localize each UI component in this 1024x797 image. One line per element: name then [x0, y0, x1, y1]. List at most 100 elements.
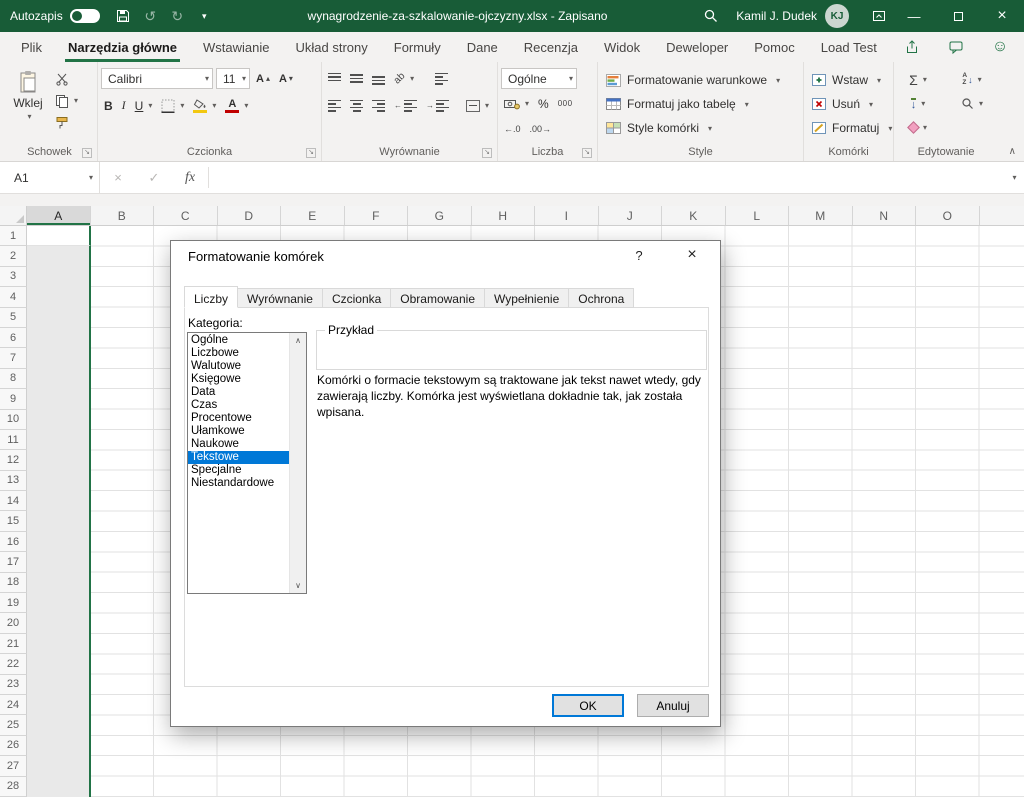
dialog-launcher-icon[interactable]: ↘: [482, 148, 492, 158]
undo-button[interactable]: ↺: [137, 0, 164, 32]
minimize-button[interactable]: —: [892, 0, 936, 32]
column-header[interactable]: C: [154, 206, 218, 225]
row-header[interactable]: 24: [0, 695, 27, 715]
category-item[interactable]: Walutowe: [188, 360, 289, 373]
customize-qat-button[interactable]: ▾: [191, 0, 218, 32]
select-all-button[interactable]: [0, 206, 27, 226]
category-item[interactable]: Czas: [188, 399, 289, 412]
row-header[interactable]: 19: [0, 593, 27, 613]
increase-indent-button[interactable]: →: [423, 95, 452, 116]
merge-center-button[interactable]: ▾: [463, 95, 492, 116]
increase-decimal-button[interactable]: ←.0: [501, 118, 524, 139]
orientation-button[interactable]: ab▾: [391, 68, 417, 89]
row-header[interactable]: 21: [0, 634, 27, 654]
conditional-formatting-button[interactable]: Formatowanie warunkowe▾: [601, 68, 785, 92]
search-button[interactable]: [697, 0, 724, 32]
row-header[interactable]: 7: [0, 348, 27, 368]
align-bottom-button[interactable]: [369, 68, 388, 89]
grow-font-button[interactable]: A▴: [253, 68, 273, 89]
align-top-button[interactable]: [325, 68, 344, 89]
row-header[interactable]: 22: [0, 654, 27, 674]
category-item[interactable]: Liczbowe: [188, 347, 289, 360]
row-header[interactable]: 10: [0, 410, 27, 430]
enter-button[interactable]: ✓: [136, 162, 172, 193]
decrease-indent-button[interactable]: ←: [391, 95, 420, 116]
formula-input[interactable]: [209, 162, 1002, 193]
underline-button[interactable]: U▾: [132, 95, 156, 116]
feedback-smiley-button[interactable]: ☺: [990, 37, 1010, 57]
column-header[interactable]: O: [916, 206, 980, 225]
fill-button[interactable]: ↓▾: [897, 93, 939, 114]
row-header[interactable]: 25: [0, 715, 27, 735]
column-header[interactable]: G: [408, 206, 472, 225]
ribbon-tab[interactable]: Formuły: [381, 32, 454, 62]
row-header[interactable]: 3: [0, 267, 27, 287]
insert-function-button[interactable]: fx: [172, 162, 208, 193]
autosum-button[interactable]: Σ▾: [897, 69, 939, 90]
accounting-format-button[interactable]: ▾: [501, 93, 532, 114]
row-header[interactable]: 1: [0, 226, 27, 246]
ribbon-tab[interactable]: Dane: [454, 32, 511, 62]
column-header[interactable]: N: [853, 206, 917, 225]
row-header[interactable]: 23: [0, 675, 27, 695]
font-size-select[interactable]: 11▾: [216, 68, 250, 89]
ribbon-tab[interactable]: Deweloper: [653, 32, 741, 62]
percent-style-button[interactable]: %: [535, 93, 552, 114]
row-header[interactable]: 9: [0, 389, 27, 409]
row-header[interactable]: 14: [0, 491, 27, 511]
copy-button[interactable]: ▾: [55, 92, 78, 109]
dialog-tab[interactable]: Liczby: [184, 286, 238, 308]
category-item[interactable]: Naukowe: [188, 438, 289, 451]
format-cells-button[interactable]: Formatuj▾: [807, 116, 897, 140]
bold-button[interactable]: B: [101, 95, 116, 116]
clear-button[interactable]: ▾: [897, 117, 939, 138]
category-item[interactable]: Tekstowe: [188, 451, 289, 464]
row-header[interactable]: 2: [0, 246, 27, 266]
account-name[interactable]: Kamil J. Dudek: [736, 9, 817, 23]
category-item[interactable]: Data: [188, 386, 289, 399]
cancel-button[interactable]: Anuluj: [637, 694, 709, 717]
font-name-select[interactable]: Calibri▾: [101, 68, 213, 89]
dialog-close-button[interactable]: ×: [672, 241, 712, 271]
row-header[interactable]: 4: [0, 287, 27, 307]
row-header[interactable]: 17: [0, 552, 27, 572]
category-item[interactable]: Specjalne: [188, 464, 289, 477]
align-middle-button[interactable]: [347, 68, 366, 89]
dialog-launcher-icon[interactable]: ↘: [582, 148, 592, 158]
wrap-text-button[interactable]: [432, 68, 451, 89]
column-header[interactable]: D: [218, 206, 282, 225]
format-painter-button[interactable]: [55, 114, 78, 131]
ribbon-tab[interactable]: Plik: [8, 32, 55, 62]
comments-button[interactable]: [946, 37, 966, 57]
autosave-toggle[interactable]: [70, 9, 100, 23]
dialog-titlebar[interactable]: Formatowanie komórek ? ×: [171, 241, 720, 271]
find-select-button[interactable]: ▾: [949, 93, 995, 114]
row-header[interactable]: 27: [0, 756, 27, 776]
borders-button[interactable]: ▾: [158, 95, 187, 116]
dialog-help-button[interactable]: ?: [624, 241, 654, 271]
dialog-tab[interactable]: Wypełnienie: [485, 288, 569, 308]
row-header[interactable]: 8: [0, 369, 27, 389]
column-header[interactable]: A: [27, 206, 91, 225]
ribbon-tab[interactable]: Load Test: [808, 32, 890, 62]
decrease-decimal-button[interactable]: .00→: [527, 118, 555, 139]
ribbon-tab[interactable]: Recenzja: [511, 32, 591, 62]
row-header[interactable]: 5: [0, 308, 27, 328]
category-item[interactable]: Ułamkowe: [188, 425, 289, 438]
column-header[interactable]: B: [91, 206, 155, 225]
avatar[interactable]: KJ: [825, 4, 849, 28]
row-header[interactable]: 6: [0, 328, 27, 348]
dialog-launcher-icon[interactable]: ↘: [82, 148, 92, 158]
save-button[interactable]: [110, 0, 137, 32]
cell-styles-button[interactable]: Style komórki▾: [601, 116, 717, 140]
ribbon-tab[interactable]: Pomoc: [741, 32, 807, 62]
cut-button[interactable]: [55, 70, 78, 87]
row-header[interactable]: 11: [0, 430, 27, 450]
row-header[interactable]: 28: [0, 777, 27, 797]
font-color-button[interactable]: A▾: [222, 95, 251, 116]
column-header[interactable]: K: [662, 206, 726, 225]
sort-filter-button[interactable]: AZ↓▾: [949, 69, 995, 90]
formula-bar-expand-button[interactable]: ▾: [1002, 162, 1024, 193]
column-header[interactable]: F: [345, 206, 409, 225]
shrink-font-button[interactable]: A▾: [276, 68, 296, 89]
